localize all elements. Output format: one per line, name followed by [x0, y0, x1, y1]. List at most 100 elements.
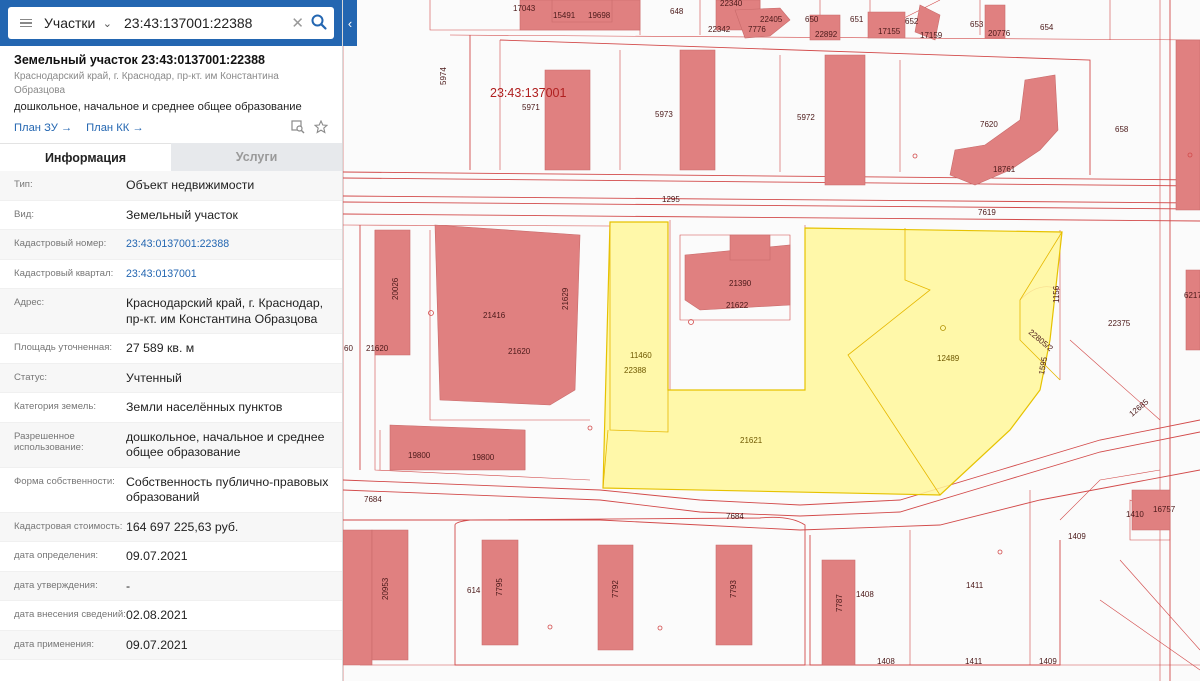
- map-label: 19800: [408, 451, 431, 460]
- map-label: 21629: [561, 287, 570, 310]
- map-label: 7787: [835, 594, 844, 612]
- map-label: 654: [1040, 23, 1054, 32]
- info-row-type: Тип: Объект недвижимости: [0, 171, 342, 201]
- map-label: 5972: [797, 113, 815, 122]
- map-label: 7620: [980, 120, 998, 129]
- map-label: 7619: [978, 208, 996, 217]
- quarter-label: 23:43:137001: [490, 86, 567, 100]
- info-table: Тип: Объект недвижимости Вид: Земельный уч…: [0, 171, 342, 660]
- map-label: 648: [670, 7, 684, 16]
- info-row-permitted-use: Разрешенное использование: дошкольное, на…: [0, 422, 342, 468]
- map-label: 1408: [877, 657, 895, 666]
- plan-links: План ЗУ → План КК →: [14, 119, 329, 137]
- map-label: 1295: [662, 195, 680, 204]
- menu-button[interactable]: [8, 7, 44, 39]
- map-label: 21416: [483, 311, 506, 320]
- info-row-area: Площадь уточненная: 27 589 кв. м: [0, 334, 342, 364]
- star-icon[interactable]: [313, 119, 329, 137]
- map-label: 17155: [878, 27, 901, 36]
- map-label: 19800: [472, 453, 495, 462]
- map-label: 19698: [588, 11, 611, 20]
- chevron-down-icon: ⌄: [102, 17, 112, 30]
- plan-kk-link[interactable]: План КК →: [86, 122, 143, 134]
- collapse-panel-button[interactable]: ‹: [343, 0, 357, 46]
- map-label: 12489: [937, 354, 960, 363]
- map-label: 653: [970, 20, 984, 29]
- info-row-date-applied: дата применения: 09.07.2021: [0, 630, 342, 660]
- map-label: 1595: [1037, 356, 1049, 376]
- map-label: 11460: [630, 351, 652, 360]
- map-label: 15491: [553, 11, 576, 20]
- selected-parcel[interactable]: [602, 221, 1063, 496]
- info-panel: Участки ⌄ ✕ Земельный участок 23:43:0137…: [0, 0, 343, 681]
- hamburger-icon: [20, 18, 32, 28]
- map-label: 60: [344, 344, 353, 353]
- map-label: 6217: [1184, 291, 1200, 300]
- object-use: дошкольное, начальное и среднее общее об…: [14, 101, 302, 113]
- map-label: 20026: [391, 277, 400, 300]
- search-input[interactable]: [120, 15, 280, 31]
- map-label: 22892: [815, 30, 838, 39]
- map-label: 614: [467, 586, 481, 595]
- map-label: 1411: [965, 657, 983, 666]
- object-header: Земельный участок 23:43:0137001:22388 Кр…: [0, 46, 342, 137]
- plan-zu-link[interactable]: План ЗУ →: [14, 122, 72, 134]
- map-label: 21621: [740, 436, 763, 445]
- map-label: 21620: [508, 347, 531, 356]
- map-label: 1409: [1039, 657, 1057, 666]
- object-title: Земельный участок 23:43:0137001:22388: [14, 53, 265, 67]
- map-label: 7793: [729, 580, 738, 598]
- info-row-cadastral-value: Кадастровая стоимость: 164 697 225,63 руб…: [0, 512, 342, 542]
- map-label: 22342: [708, 25, 731, 34]
- map-label: 22388: [624, 366, 647, 375]
- map-label: 650: [805, 15, 819, 24]
- tab-services[interactable]: Услуги: [171, 143, 342, 171]
- info-row-date-approved: дата утверждения: -: [0, 571, 342, 601]
- map-label: 5971: [522, 103, 540, 112]
- search-box: Участки ⌄ ✕: [8, 7, 334, 39]
- map-label: 7776: [748, 25, 766, 34]
- map-label: 21622: [726, 301, 749, 310]
- map-label: 7795: [495, 578, 504, 596]
- cadastral-quarter-link[interactable]: 23:43:0137001: [126, 267, 342, 283]
- map-zoom-icon[interactable]: [291, 119, 305, 137]
- map-label: 1410: [1126, 510, 1144, 519]
- info-row-cadastral-number: Кадастровый номер: 23:43:0137001:22388: [0, 230, 342, 260]
- info-row-address: Адрес: Краснодарский край, г. Краснодар, …: [0, 289, 342, 334]
- map-label: 20953: [381, 577, 390, 600]
- map-label: 7792: [611, 580, 620, 598]
- search-bar: Участки ⌄ ✕: [0, 0, 342, 46]
- cadastral-number-link[interactable]: 23:43:0137001:22388: [126, 237, 342, 253]
- map-label: 21390: [729, 279, 752, 288]
- tab-information[interactable]: Информация: [0, 143, 171, 171]
- info-row-cadastral-quarter: Кадастровый квартал: 23:43:0137001: [0, 260, 342, 289]
- clear-icon[interactable]: ✕: [291, 14, 304, 32]
- layer-select[interactable]: Участки ⌄: [44, 15, 120, 31]
- map-label: 20776: [988, 29, 1011, 38]
- map-label: 21620: [366, 344, 389, 353]
- search-icon[interactable]: [310, 13, 328, 31]
- map-label: 12685: [1128, 397, 1151, 419]
- map-label: 1408: [856, 590, 874, 599]
- map-label: 1409: [1068, 532, 1086, 541]
- info-row-date-entered: дата внесения сведений: 02.08.2021: [0, 601, 342, 631]
- map-label: 18761: [993, 165, 1016, 174]
- map-label: 17159: [920, 31, 943, 40]
- chevron-left-icon: ‹: [347, 15, 353, 31]
- info-row-kind: Вид: Земельный участок: [0, 201, 342, 230]
- map-label: 22375: [1108, 319, 1131, 328]
- map-label: 7684: [364, 495, 382, 504]
- map-label: 651: [850, 15, 864, 24]
- map-label: 17043: [513, 4, 536, 13]
- map-label: 652: [905, 17, 919, 26]
- info-row-date-determined: дата определения: 09.07.2021: [0, 542, 342, 572]
- object-address: Краснодарский край, г. Краснодар, пр-кт.…: [14, 71, 279, 96]
- map-label: 658: [1115, 125, 1129, 134]
- info-row-land-category: Категория земель: Земли населённых пункто…: [0, 393, 342, 423]
- map-label: 16757: [1153, 505, 1176, 514]
- info-row-status: Статус: Учтенный: [0, 363, 342, 393]
- map-label: 22405: [760, 15, 783, 24]
- map-label: 7684: [726, 512, 744, 521]
- tab-bar: Информация Услуги: [0, 143, 342, 171]
- map-label: 5973: [655, 110, 673, 119]
